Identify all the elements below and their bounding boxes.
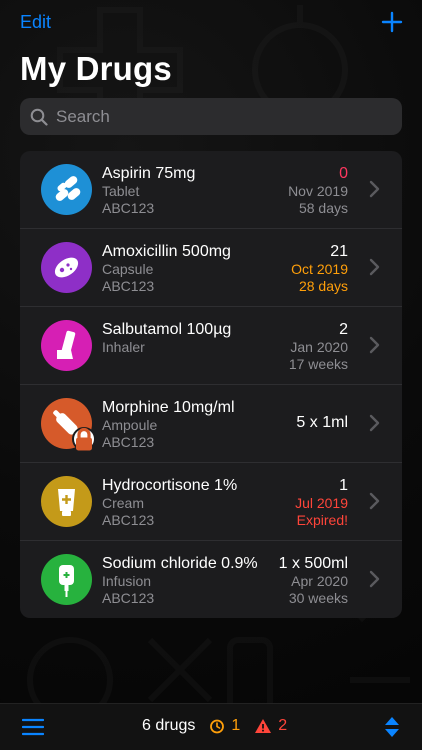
drug-quantity: 1 bbox=[339, 477, 348, 494]
drug-expiry: Jan 2020 bbox=[290, 339, 348, 355]
drug-expiry: Jul 2019 bbox=[295, 495, 348, 511]
ampoule-icon bbox=[41, 398, 96, 451]
drug-count: 6 drugs bbox=[142, 717, 196, 734]
drug-time-left: 30 weeks bbox=[288, 589, 348, 606]
drug-quantity: 5 x 1ml bbox=[296, 414, 348, 431]
drug-quantity: 2 bbox=[339, 321, 348, 338]
drug-row-salbutamol[interactable]: Salbutamol 100µg Inhaler 2 Jan 2020 17 w… bbox=[20, 307, 402, 385]
capsule-icon bbox=[41, 242, 92, 293]
expired-count: 2 bbox=[278, 717, 288, 734]
drug-expiry: Nov 2019 bbox=[288, 183, 348, 199]
lock-icon bbox=[72, 427, 96, 451]
menu-icon[interactable] bbox=[22, 718, 44, 736]
timer-icon bbox=[210, 719, 225, 734]
warning-icon bbox=[255, 719, 272, 733]
infusion-bag-icon bbox=[41, 554, 92, 605]
drug-row-amoxicillin[interactable]: Amoxicillin 500mg Capsule ABC123 21 Oct … bbox=[20, 229, 402, 307]
inhaler-icon bbox=[41, 320, 92, 371]
chevron-right-icon bbox=[369, 414, 380, 432]
drug-row-hydrocortisone[interactable]: Hydrocortisone 1% Cream ABC123 1 Jul 201… bbox=[20, 463, 402, 541]
toolbar: 6 drugs 1 2 bbox=[0, 703, 422, 750]
search-icon bbox=[30, 108, 48, 126]
app-screen: Edit My Drugs Search Aspirin 75mg Tablet… bbox=[0, 0, 422, 750]
drug-expiry: Apr 2020 bbox=[291, 573, 348, 589]
drug-form: Ampoule bbox=[102, 417, 158, 433]
chevron-right-icon bbox=[369, 258, 380, 276]
sort-icon[interactable] bbox=[384, 716, 400, 738]
drug-time-left: 17 weeks bbox=[288, 355, 348, 372]
expiring-count: 1 bbox=[231, 717, 241, 734]
add-icon[interactable] bbox=[380, 10, 404, 34]
drug-expiry: Oct 2019 bbox=[291, 261, 348, 277]
chevron-right-icon bbox=[369, 492, 380, 510]
tablet-icon bbox=[41, 164, 92, 215]
search-input[interactable] bbox=[54, 98, 388, 135]
navigation-bar: Edit bbox=[0, 0, 422, 46]
drug-time-left: Expired! bbox=[296, 511, 348, 528]
drug-summary: 6 drugs 1 2 bbox=[142, 717, 287, 735]
search-bar[interactable] bbox=[20, 98, 402, 135]
drug-quantity: 1 x 500ml bbox=[278, 555, 348, 572]
drug-name: Morphine 10mg/ml bbox=[102, 399, 235, 416]
edit-button[interactable]: Edit bbox=[20, 12, 51, 33]
cream-tube-icon bbox=[41, 476, 92, 527]
drug-row-morphine[interactable]: Morphine 10mg/ml Ampoule ABC123 5 x 1ml bbox=[20, 385, 402, 463]
drug-row-aspirin[interactable]: Aspirin 75mg Tablet ABC123 0 Nov 2019 58… bbox=[20, 151, 402, 229]
drug-quantity: 0 bbox=[339, 165, 348, 182]
page-title: My Drugs bbox=[20, 50, 172, 87]
chevron-right-icon bbox=[369, 336, 380, 354]
chevron-right-icon bbox=[369, 180, 380, 198]
drug-time-left: 58 days bbox=[298, 199, 348, 216]
drug-quantity: 21 bbox=[330, 243, 348, 260]
chevron-right-icon bbox=[369, 570, 380, 588]
drug-list: Aspirin 75mg Tablet ABC123 0 Nov 2019 58… bbox=[20, 151, 402, 618]
drug-time-left: 28 days bbox=[298, 277, 348, 294]
drug-row-sodium-chloride[interactable]: Sodium chloride 0.9% Infusion ABC123 1 x… bbox=[20, 541, 402, 618]
drug-batch: ABC123 bbox=[102, 433, 155, 450]
